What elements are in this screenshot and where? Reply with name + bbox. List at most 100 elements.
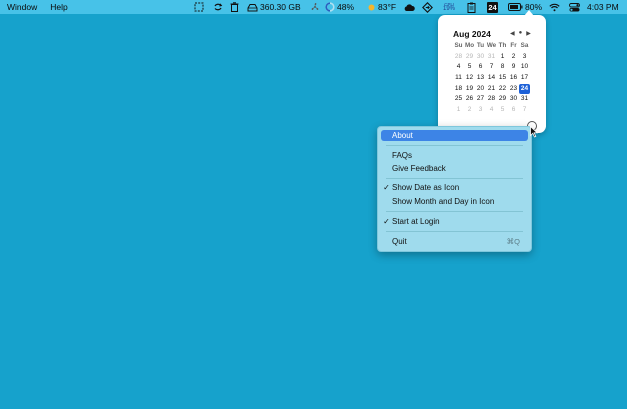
calendar-day[interactable]: 5 — [464, 62, 475, 73]
calendar-day[interactable]: 11 — [453, 73, 464, 84]
calendar-day[interactable]: 17 — [519, 73, 530, 84]
calendar-day[interactable]: 13 — [475, 73, 486, 84]
calendar-day[interactable]: 29 — [497, 94, 508, 105]
calendar-day[interactable]: 2 — [464, 105, 475, 116]
sync-icon[interactable] — [213, 0, 223, 14]
calendar-nav: ◀ ● ▶ — [510, 30, 531, 37]
disk-space-value: 360.30 GB — [260, 2, 301, 12]
quit-shortcut: ⌘Q — [506, 237, 520, 246]
calendar-day[interactable]: 25 — [453, 94, 464, 105]
calendar-day-today[interactable]: 24 — [519, 83, 530, 95]
menu-item-label: Show Month and Day in Icon — [392, 197, 495, 206]
menu-item-show-date-as-icon[interactable]: ✓ Show Date as Icon — [381, 182, 528, 193]
weather-temp: 83°F — [378, 2, 397, 12]
battery-small-percent: 48% — [337, 2, 355, 12]
menu-item-quit[interactable]: Quit ⌘Q — [381, 236, 528, 247]
calendar-day[interactable]: 4 — [453, 62, 464, 73]
battery-small-item[interactable]: 48% — [325, 0, 354, 14]
battery-icon — [508, 3, 523, 11]
calendar-day[interactable]: 30 — [475, 52, 486, 63]
menu-item-about[interactable]: About — [381, 130, 528, 141]
disk-space-item[interactable]: 360.30 GB — [247, 0, 301, 14]
calendar-day[interactable]: 3 — [475, 105, 486, 116]
calendar-day[interactable]: 6 — [475, 62, 486, 73]
cpu-monitor-item[interactable]: CPU 19% — [443, 0, 455, 14]
menu-separator — [386, 178, 523, 179]
menu-separator — [386, 145, 523, 146]
menu-item-label: Show Date as Icon — [392, 183, 460, 192]
calendar-day[interactable]: 30 — [508, 94, 519, 105]
menu-item-give-feedback[interactable]: Give Feedback — [381, 163, 528, 174]
weekday-header: Mo — [464, 42, 475, 49]
next-month-icon[interactable]: ▶ — [526, 30, 531, 37]
calendar-day[interactable]: 23 — [508, 84, 519, 95]
calendar-day[interactable]: 4 — [486, 105, 497, 116]
menu-separator — [386, 231, 523, 232]
menu-item-faqs[interactable]: FAQs — [381, 150, 528, 161]
calendar-day[interactable]: 7 — [519, 105, 530, 116]
calendar-date-icon[interactable]: 24 — [487, 0, 498, 14]
weekday-header: Tu — [476, 42, 485, 49]
weekday-header: Sa — [520, 42, 529, 49]
calendar-day[interactable]: 21 — [486, 84, 497, 95]
calendar-day[interactable]: 9 — [508, 62, 519, 73]
calendar-day[interactable]: 19 — [464, 84, 475, 95]
calendar-day[interactable]: 31 — [519, 94, 530, 105]
network-diamond-icon[interactable] — [422, 0, 433, 14]
calendar-day[interactable]: 15 — [497, 73, 508, 84]
calendar-day[interactable]: 28 — [453, 52, 464, 63]
calendar-day[interactable]: 5 — [497, 105, 508, 116]
control-center-icon[interactable] — [569, 0, 580, 14]
battery-ring-icon — [325, 2, 335, 12]
menu-window[interactable]: Window — [7, 2, 37, 12]
calendar-day[interactable]: 10 — [519, 62, 530, 73]
calendar-day[interactable]: 22 — [497, 84, 508, 95]
menu-help[interactable]: Help — [50, 2, 67, 12]
calendar-day[interactable]: 16 — [508, 73, 519, 84]
screenshot-selection-icon[interactable] — [194, 0, 204, 14]
calendar-day[interactable]: 14 — [486, 73, 497, 84]
menu-item-start-at-login[interactable]: ✓ Start at Login — [381, 216, 528, 227]
clipboard-icon[interactable] — [467, 0, 476, 14]
calendar-day[interactable]: 8 — [497, 62, 508, 73]
calendar-day[interactable]: 7 — [486, 62, 497, 73]
fan-icon[interactable] — [310, 0, 320, 14]
weekday-header: Fr — [510, 42, 517, 49]
today-dot-icon[interactable]: ● — [519, 30, 523, 37]
disk-icon — [247, 3, 258, 11]
cloud-icon[interactable] — [404, 0, 415, 14]
calendar-day[interactable]: 2 — [508, 52, 519, 63]
calendar-day[interactable]: 6 — [508, 105, 519, 116]
calendar-day[interactable]: 27 — [475, 94, 486, 105]
clock[interactable]: 4:03 PM — [587, 0, 619, 14]
calendar-day[interactable]: 26 — [464, 94, 475, 105]
weekday-header: We — [486, 42, 497, 49]
menu-separator — [386, 211, 523, 212]
calendar-day-badge: 24 — [487, 1, 498, 13]
clock-time: 4:03 PM — [587, 2, 619, 12]
calendar-day[interactable]: 29 — [464, 52, 475, 63]
menu-item-label: About — [392, 131, 413, 140]
checkmark-icon: ✓ — [383, 217, 390, 226]
calendar-day[interactable]: 31 — [486, 52, 497, 63]
calendar-day[interactable]: 12 — [464, 73, 475, 84]
calendar-day[interactable]: 28 — [486, 94, 497, 105]
calendar-day[interactable]: 1 — [453, 105, 464, 116]
popover-arrow — [524, 10, 534, 16]
calendar-grid: Su Mo Tu We Th Fr Sa 28 29 30 31 1 2 3 4 5 6 7 8 9 10… — [453, 41, 530, 116]
calendar-month-title: Aug 2024 — [453, 29, 491, 39]
weather-item[interactable]: 83°F — [367, 0, 396, 14]
calendar-day[interactable]: 1 — [497, 52, 508, 63]
trash-icon[interactable] — [230, 0, 239, 14]
calendar-day[interactable]: 18 — [453, 84, 464, 95]
mouse-pointer-icon — [530, 126, 538, 138]
menu-item-label: Start at Login — [392, 217, 440, 226]
menu-item-show-month-and-day[interactable]: Show Month and Day in Icon — [381, 196, 528, 207]
calendar-day[interactable]: 3 — [519, 52, 530, 63]
weekday-header: Su — [454, 42, 463, 49]
checkmark-icon: ✓ — [383, 183, 390, 192]
cpu-value: 19% — [443, 6, 456, 12]
previous-month-icon[interactable]: ◀ — [510, 30, 515, 37]
wifi-icon[interactable] — [549, 0, 560, 14]
calendar-day[interactable]: 20 — [475, 84, 486, 95]
